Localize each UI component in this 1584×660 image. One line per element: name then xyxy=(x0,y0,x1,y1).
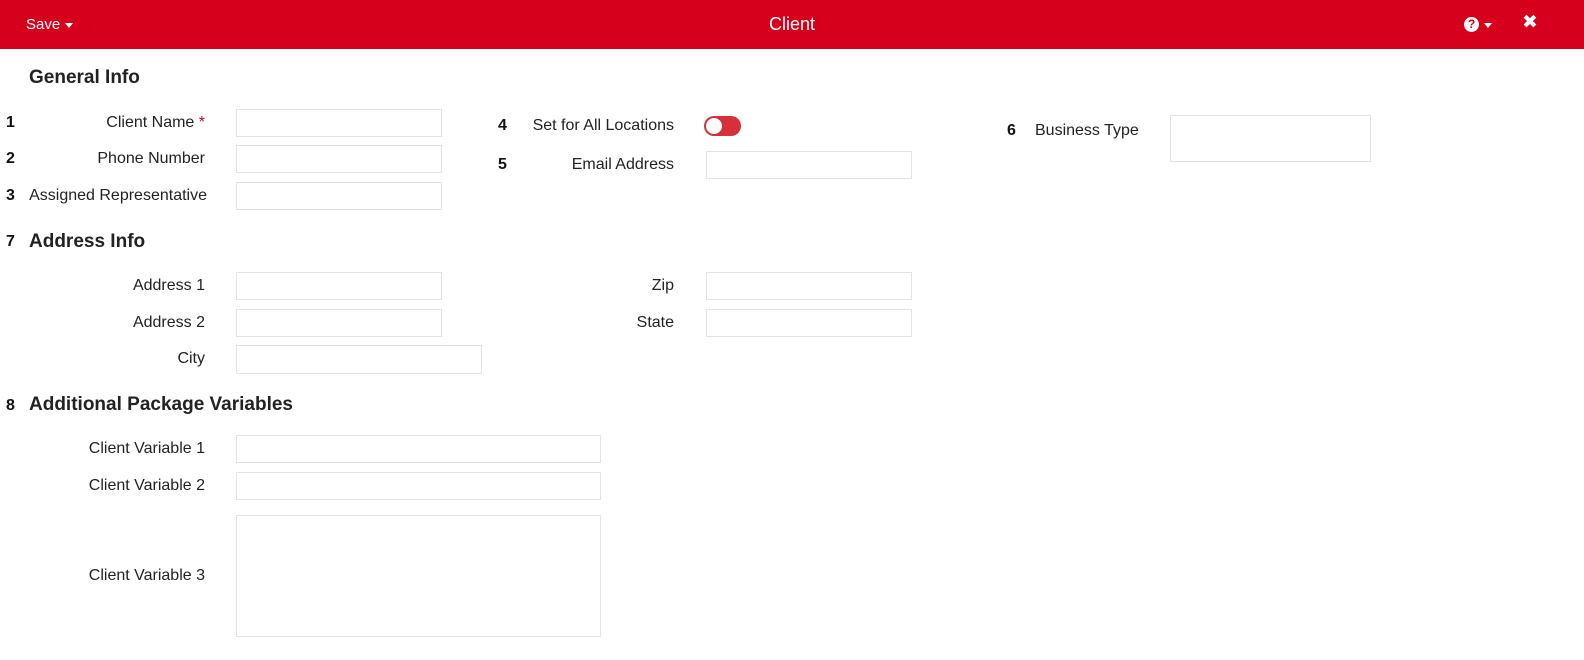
address-2-label: Address 2 xyxy=(132,314,205,331)
business-type-input[interactable] xyxy=(1170,115,1371,162)
client-name-label: Client Name * xyxy=(29,114,205,132)
set-for-all-locations-toggle[interactable] xyxy=(704,116,741,136)
field-number-4: 4 xyxy=(498,117,507,134)
city-input[interactable] xyxy=(236,345,482,374)
email-address-input[interactable] xyxy=(706,151,912,179)
address-1-label: Address 1 xyxy=(132,277,205,294)
caret-down-icon xyxy=(65,23,74,28)
zip-label: Zip xyxy=(651,277,674,294)
section-number-8: 8 xyxy=(6,397,15,414)
state-input[interactable] xyxy=(706,309,912,337)
top-bar: Save Client ? ✖ xyxy=(0,0,1584,49)
client-name-input[interactable] xyxy=(236,109,442,137)
client-variable-2-label: Client Variable 2 xyxy=(88,477,205,494)
field-number-5: 5 xyxy=(498,156,507,173)
help-menu-button[interactable]: ? xyxy=(1464,0,1492,49)
assigned-representative-input[interactable] xyxy=(236,182,442,210)
field-number-3: 3 xyxy=(6,187,15,204)
assigned-representative-label: Assigned Representative xyxy=(29,187,207,204)
field-number-6: 6 xyxy=(1007,122,1016,139)
state-label: State xyxy=(636,314,674,331)
help-icon: ? xyxy=(1464,17,1479,32)
set-for-all-locations-label: Set for All Locations xyxy=(532,117,674,134)
section-number-7: 7 xyxy=(6,233,15,250)
required-marker: * xyxy=(198,114,205,131)
client-variable-2-input[interactable] xyxy=(236,472,601,500)
email-address-label: Email Address xyxy=(571,156,674,173)
zip-input[interactable] xyxy=(706,272,912,300)
phone-number-label: Phone Number xyxy=(97,150,205,167)
client-variable-1-input[interactable] xyxy=(236,435,601,463)
client-name-label-text: Client Name xyxy=(106,114,195,131)
client-variable-3-textarea[interactable] xyxy=(236,515,601,637)
section-title-general-info: General Info xyxy=(29,67,140,88)
phone-number-input[interactable] xyxy=(236,145,442,173)
save-label: Save xyxy=(26,16,61,33)
close-icon[interactable]: ✖ xyxy=(1520,10,1540,36)
page-title: Client xyxy=(768,14,816,34)
address-1-input[interactable] xyxy=(236,272,442,300)
section-title-address-info: Address Info xyxy=(29,231,146,252)
field-number-1: 1 xyxy=(6,114,15,131)
city-label: City xyxy=(177,350,205,367)
section-title-additional-package-variables: Additional Package Variables xyxy=(29,394,293,415)
address-2-input[interactable] xyxy=(236,309,442,337)
save-menu-button[interactable]: Save xyxy=(26,0,74,49)
client-variable-3-label: Client Variable 3 xyxy=(88,567,205,584)
field-number-2: 2 xyxy=(6,150,15,167)
help-caret-down-icon xyxy=(1484,23,1492,28)
client-variable-1-label: Client Variable 1 xyxy=(88,440,205,457)
toggle-knob xyxy=(706,118,722,134)
business-type-label: Business Type xyxy=(1035,122,1139,139)
